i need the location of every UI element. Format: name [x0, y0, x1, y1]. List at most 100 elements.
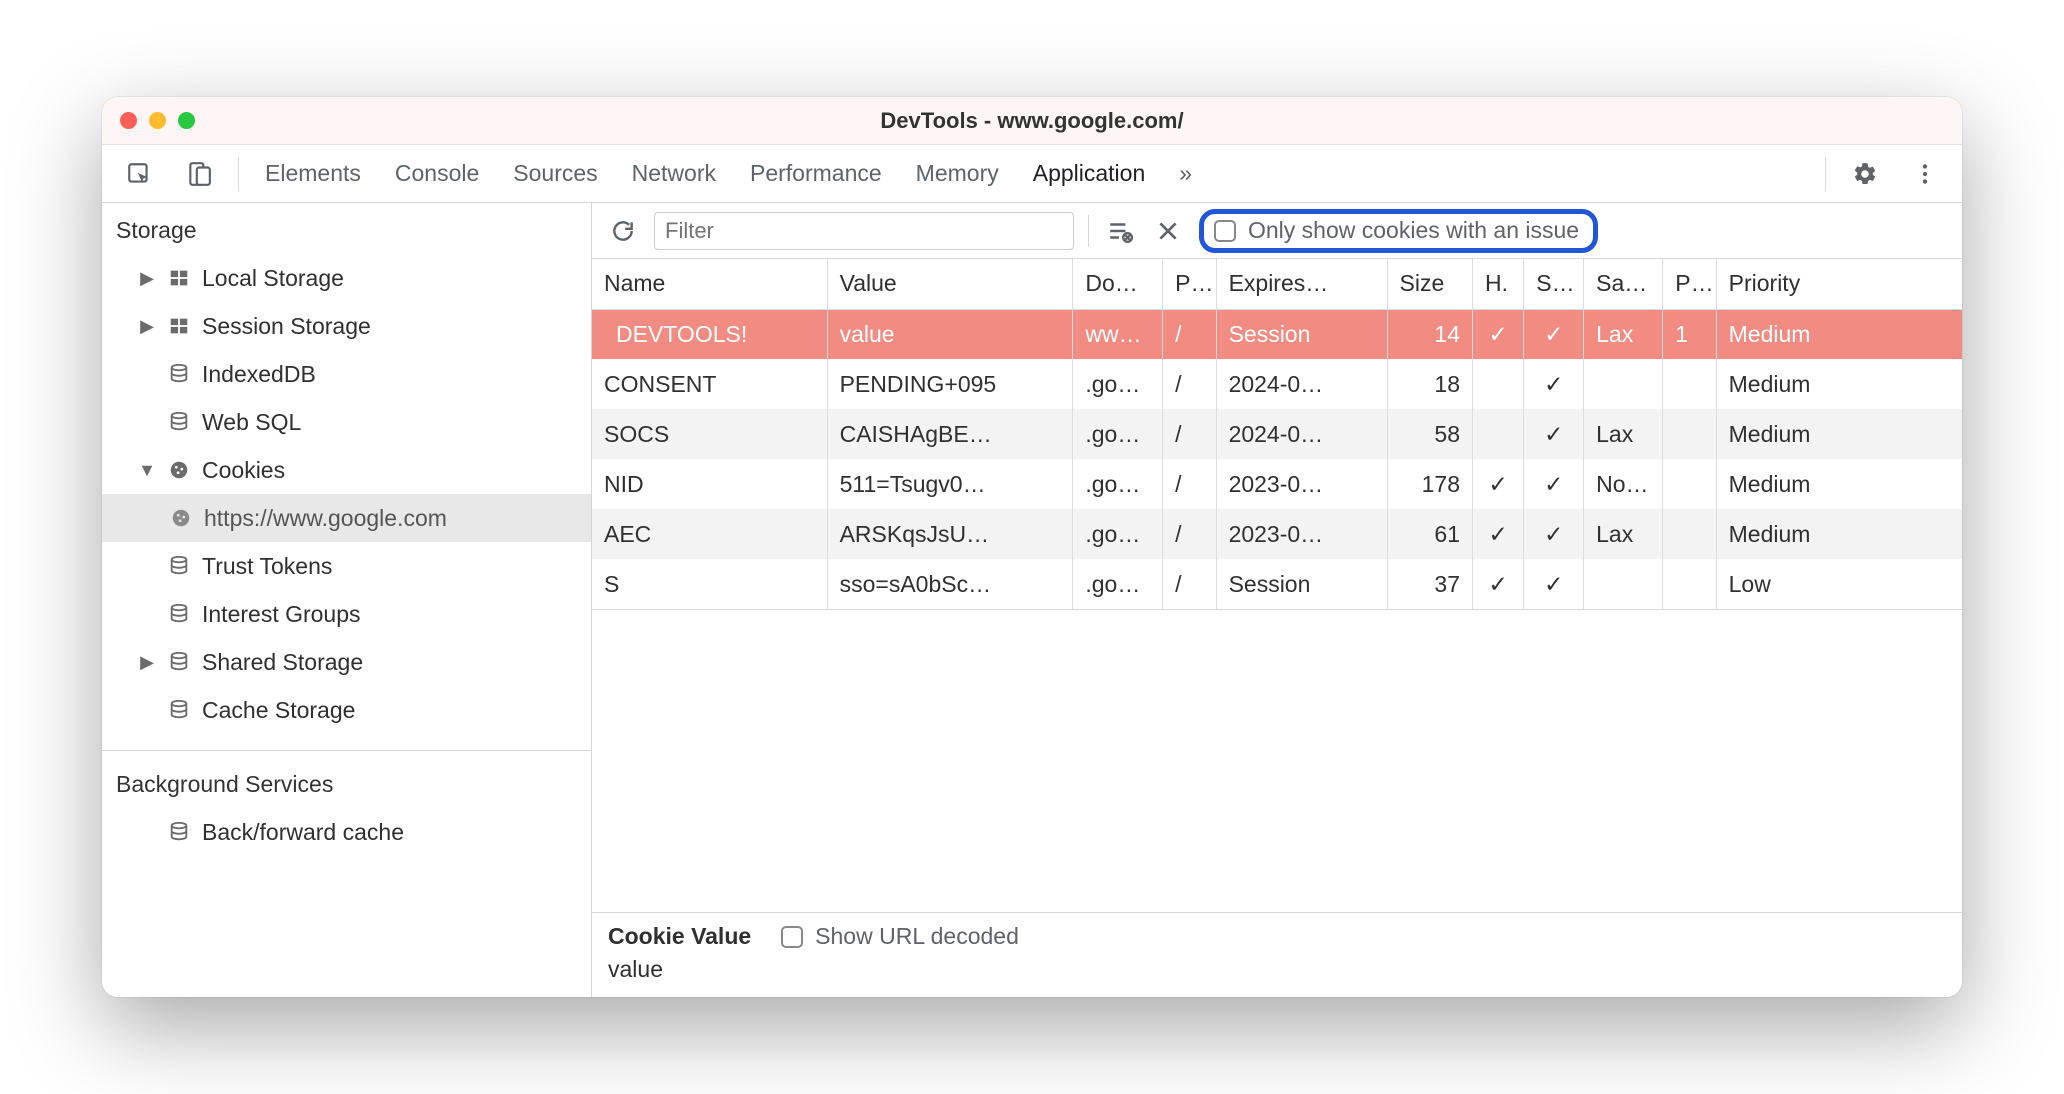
show-url-decoded-label: Show URL decoded: [815, 923, 1019, 950]
checkbox-icon[interactable]: [781, 926, 803, 948]
table-cell: SOCS: [592, 409, 827, 459]
table-row[interactable]: AECARSKqsJsU….go…/2023-0…61✓✓LaxMedium: [592, 509, 1962, 559]
tab-elements[interactable]: Elements: [251, 154, 375, 193]
device-toolbar-icon[interactable]: [172, 155, 226, 193]
table-cell: ✓: [1473, 559, 1524, 609]
table-empty-area: [592, 609, 1962, 912]
table-row[interactable]: NID511=Tsugv0….go…/2023-0…178✓✓No…Medium: [592, 459, 1962, 509]
table-cell: Session: [1216, 309, 1387, 359]
col-header[interactable]: P…: [1163, 259, 1216, 309]
col-header[interactable]: Value: [827, 259, 1073, 309]
table-cell: 37: [1387, 559, 1472, 609]
table-cell: [1663, 409, 1716, 459]
refresh-icon[interactable]: [606, 214, 640, 248]
col-header[interactable]: Priority: [1716, 259, 1962, 309]
table-cell: ✓: [1524, 409, 1584, 459]
sidebar-item-label: Cookies: [202, 457, 285, 484]
table-cell: 2024-0…: [1216, 359, 1387, 409]
table-cell: 178: [1387, 459, 1472, 509]
cookie-icon: [166, 459, 192, 481]
table-cell: 1: [1663, 309, 1716, 359]
table-row[interactable]: DEVTOOLS!valueww…/Session14✓✓Lax1Medium: [592, 309, 1962, 359]
show-url-decoded-toggle[interactable]: Show URL decoded: [781, 923, 1019, 950]
tab-console[interactable]: Console: [381, 154, 493, 193]
table-cell: PENDING+095: [827, 359, 1073, 409]
cookie-icon: [168, 507, 194, 529]
sidebar-item-label: Session Storage: [202, 313, 371, 340]
sidebar-item-label: Web SQL: [202, 409, 301, 436]
table-cell: 2024-0…: [1216, 409, 1387, 459]
table-cell: /: [1163, 409, 1216, 459]
more-menu-icon[interactable]: [1898, 155, 1952, 193]
sidebar-item-cache-storage[interactable]: Cache Storage: [102, 686, 591, 734]
checkbox-icon[interactable]: [1214, 220, 1236, 242]
col-header[interactable]: P…: [1663, 259, 1716, 309]
table-cell: .go…: [1073, 509, 1163, 559]
col-header[interactable]: Do…: [1073, 259, 1163, 309]
settings-gear-icon[interactable]: [1838, 155, 1892, 193]
inspect-element-icon[interactable]: [112, 155, 166, 193]
database-icon: [166, 603, 192, 625]
table-cell: Lax: [1584, 509, 1663, 559]
tree-storage: ▶ Local Storage ▶ Session Storage Indexe…: [102, 254, 591, 744]
sidebar-item-websql[interactable]: Web SQL: [102, 398, 591, 446]
clear-all-icon[interactable]: [1103, 214, 1137, 248]
tab-performance[interactable]: Performance: [736, 154, 896, 193]
tab-application[interactable]: Application: [1019, 154, 1160, 193]
col-header[interactable]: Name: [592, 259, 827, 309]
table-cell: .go…: [1073, 359, 1163, 409]
table-cell: .go…: [1073, 459, 1163, 509]
collapse-icon: ▼: [138, 460, 156, 481]
filter-input[interactable]: [654, 212, 1074, 250]
table-cell: /: [1163, 459, 1216, 509]
tab-network[interactable]: Network: [618, 154, 730, 193]
database-icon: [166, 363, 192, 385]
storage-icon: [166, 267, 192, 289]
table-cell: 61: [1387, 509, 1472, 559]
sidebar-item-trust-tokens[interactable]: Trust Tokens: [102, 542, 591, 590]
table-cell: 511=Tsugv0…: [827, 459, 1073, 509]
database-icon: [166, 699, 192, 721]
sidebar-item-shared-storage[interactable]: ▶ Shared Storage: [102, 638, 591, 686]
table-cell: [1584, 359, 1663, 409]
sidebar-item-cookies[interactable]: ▼ Cookies: [102, 446, 591, 494]
clear-icon[interactable]: [1151, 214, 1185, 248]
sidebar-item-label: Shared Storage: [202, 649, 363, 676]
col-header[interactable]: Expires…: [1216, 259, 1387, 309]
table-cell: ✓: [1524, 559, 1584, 609]
more-tabs-icon[interactable]: »: [1165, 154, 1206, 193]
table-row[interactable]: CONSENTPENDING+095.go…/2024-0…18✓Medium: [592, 359, 1962, 409]
sidebar-item-indexeddb[interactable]: IndexedDB: [102, 350, 591, 398]
sidebar-item-local-storage[interactable]: ▶ Local Storage: [102, 254, 591, 302]
table-row[interactable]: SOCSCAISHAgBE….go…/2024-0…58✓LaxMedium: [592, 409, 1962, 459]
divider: [1088, 215, 1089, 247]
table-cell: ww…: [1073, 309, 1163, 359]
sidebar-item-interest-groups[interactable]: Interest Groups: [102, 590, 591, 638]
sidebar-item-session-storage[interactable]: ▶ Session Storage: [102, 302, 591, 350]
sidebar-item-label: IndexedDB: [202, 361, 316, 388]
content-pane: Only show cookies with an issue NameValu…: [592, 203, 1962, 997]
table-cell: Medium: [1716, 459, 1962, 509]
devtools-tabbar: Elements Console Sources Network Perform…: [102, 145, 1962, 203]
table-cell: ✓: [1473, 509, 1524, 559]
table-cell: S: [592, 559, 827, 609]
only-issues-toggle[interactable]: Only show cookies with an issue: [1199, 209, 1598, 253]
sidebar-item-label: Interest Groups: [202, 601, 361, 628]
tab-sources[interactable]: Sources: [499, 154, 611, 193]
sidebar-item-cookies-origin[interactable]: https://www.google.com: [102, 494, 591, 542]
col-header[interactable]: S…: [1524, 259, 1584, 309]
storage-icon: [166, 315, 192, 337]
col-header[interactable]: Size: [1387, 259, 1472, 309]
table-cell: .go…: [1073, 409, 1163, 459]
table-row[interactable]: Ssso=sA0bSc….go…/Session37✓✓Low: [592, 559, 1962, 609]
table-cell: 2023-0…: [1216, 509, 1387, 559]
table-cell: value: [827, 309, 1073, 359]
divider: [1825, 157, 1826, 191]
cookies-toolbar: Only show cookies with an issue: [592, 203, 1962, 259]
tab-memory[interactable]: Memory: [902, 154, 1013, 193]
col-header[interactable]: Sa…: [1584, 259, 1663, 309]
table-cell: AEC: [592, 509, 827, 559]
expand-icon: ▶: [138, 316, 156, 337]
col-header[interactable]: H.: [1473, 259, 1524, 309]
sidebar-item-bf-cache[interactable]: Back/forward cache: [102, 808, 591, 856]
